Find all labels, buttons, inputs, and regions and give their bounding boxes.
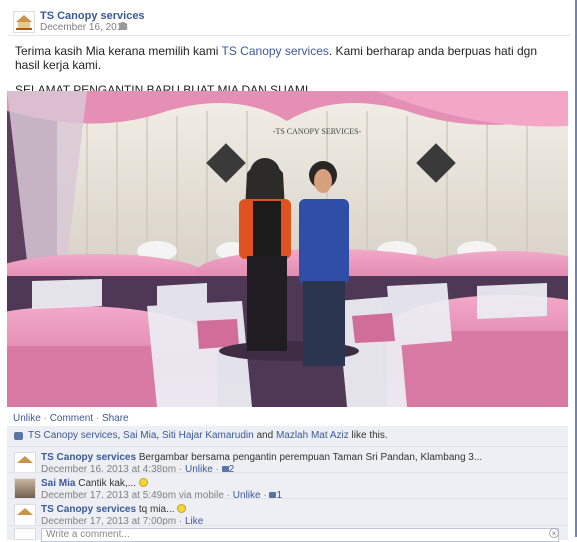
wedding-photo: -TS CANOPY SERVICES- [7,91,568,407]
write-comment-row: Write a comment... × [7,525,568,542]
post-text-prefix: Terima kasih Mia kerana memilih kami [15,44,222,58]
photo-watermark: -TS CANOPY SERVICES- [273,127,362,136]
likes-bar: TS Canopy services, Sai Mia, Siti Hajar … [7,426,568,446]
liker-name[interactable]: TS Canopy services [28,430,117,441]
post-date[interactable]: December 16, 2013 [40,22,128,33]
write-comment-input[interactable]: Write a comment... [41,528,559,542]
commenter-avatar[interactable] [14,452,36,474]
globe-icon [119,22,127,30]
post-text-page-link[interactable]: TS Canopy services [222,44,329,58]
post-text: Terima kasih Mia kerana memilih kami TS … [15,44,565,97]
comment-text: Cantik kak,... [78,478,137,489]
page-name-link[interactable]: TS Canopy services [40,10,145,22]
share-link[interactable]: Share [102,413,129,424]
commenter-avatar[interactable] [14,504,36,526]
post-photo[interactable]: -TS CANOPY SERVICES- [7,91,568,407]
divider [8,35,570,36]
comment-author[interactable]: TS Canopy services [41,504,136,515]
smiley-icon [177,504,187,513]
likes-suffix: like this. [351,430,388,441]
comment-text: tq mia... [138,504,175,515]
commenter-avatar[interactable] [14,478,36,500]
liker-name[interactable]: Sai Mia [123,430,156,441]
likes-text: TS Canopy services, Sai Mia, Siti Hajar … [28,430,388,441]
comment-link[interactable]: Comment [50,413,93,424]
my-avatar [14,528,36,540]
comment-text: Bergambar bersama pengantin perempuan Ta… [138,452,483,463]
comment-item: TS Canopy services tq mia... December 17… [7,498,568,527]
smiley-icon [138,478,148,487]
post-header: TS Canopy services December 16, 2013 [13,8,553,34]
comment-item: TS Canopy services Bergambar bersama pen… [7,446,568,475]
comment-item: Sai Mia Cantik kak,... December 17, 2013… [7,472,568,501]
post-actions: Unlike · Comment · Share [13,413,129,424]
unlike-link[interactable]: Unlike [13,413,41,424]
liker-name[interactable]: Mazlah Mat Aziz [276,430,349,441]
comment-author[interactable]: Sai Mia [41,478,75,489]
like-thumb-icon [14,432,23,440]
liker-name[interactable]: Siti Hajar Kamarudin [162,430,254,441]
page-avatar[interactable] [13,11,35,33]
and-word: and [256,430,274,441]
comment-author[interactable]: TS Canopy services [41,452,136,463]
